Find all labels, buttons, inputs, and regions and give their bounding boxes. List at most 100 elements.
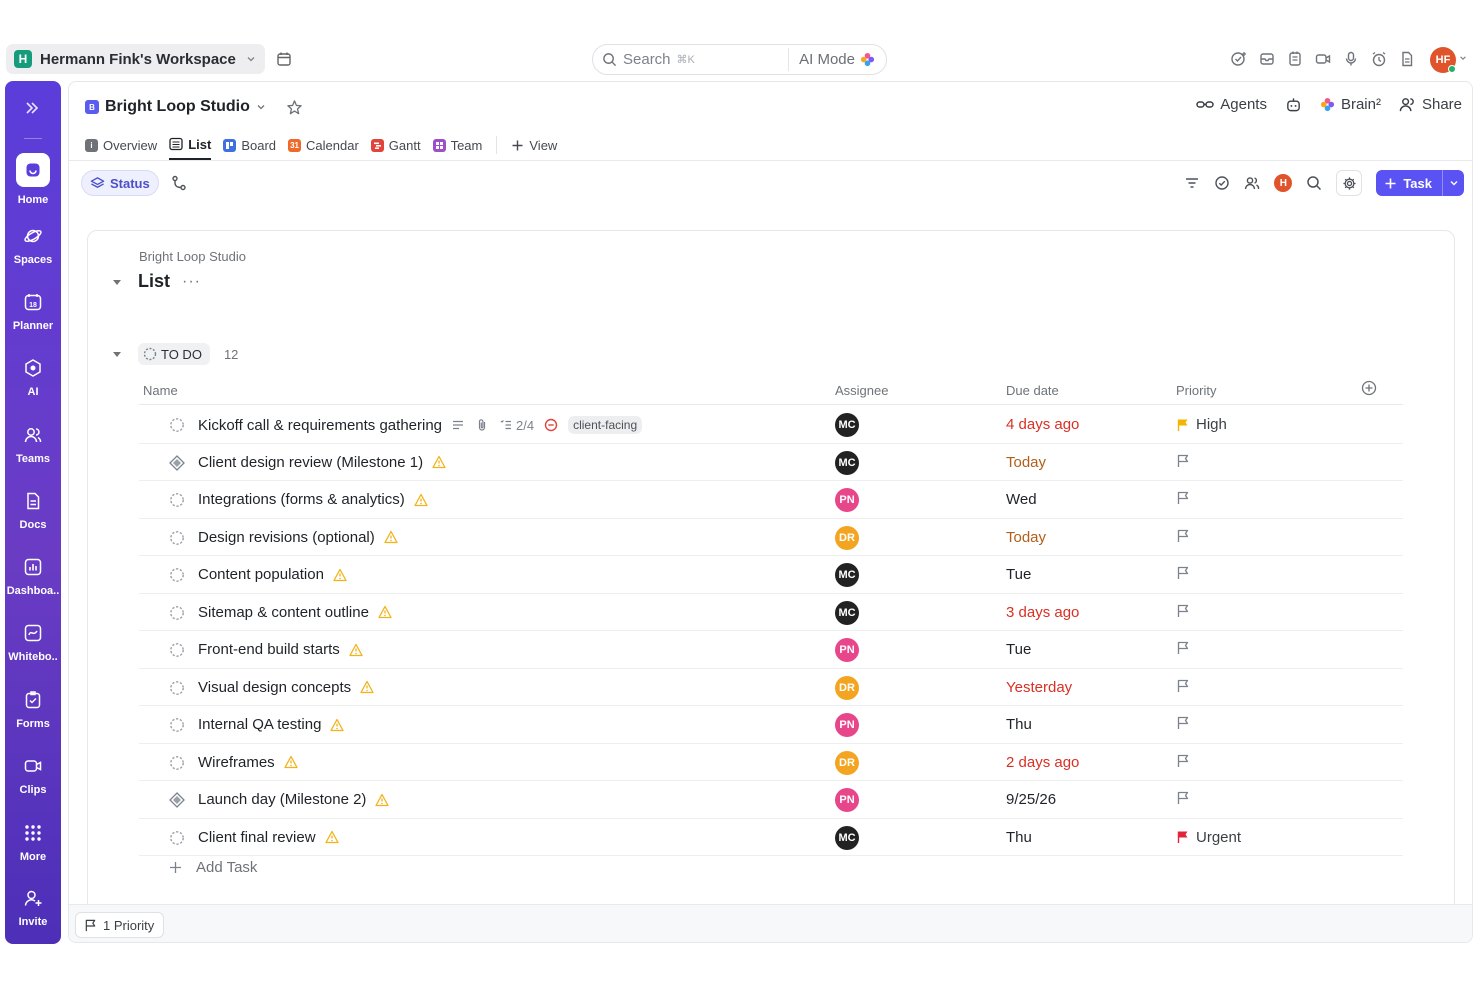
tab-gantt[interactable]: Gantt bbox=[370, 130, 421, 160]
assignee-avatar[interactable]: PN bbox=[835, 488, 859, 512]
settings-button[interactable] bbox=[1336, 170, 1363, 196]
task-name-cell[interactable]: Design revisions (optional) bbox=[198, 529, 398, 546]
tab-team[interactable]: Team bbox=[432, 130, 482, 160]
priority-cell[interactable]: Urgent bbox=[1176, 829, 1241, 846]
alarm-clock-icon[interactable] bbox=[1370, 50, 1388, 68]
tag-chip[interactable]: client-facing bbox=[568, 416, 643, 434]
blocked-icon[interactable] bbox=[544, 418, 558, 432]
priority-cell[interactable] bbox=[1176, 454, 1190, 468]
sidebar-item-spaces[interactable]: Spaces bbox=[5, 225, 61, 266]
task-name[interactable]: Launch day (Milestone 2) bbox=[198, 791, 366, 808]
microphone-icon[interactable] bbox=[1342, 50, 1360, 68]
milestone-status-icon[interactable] bbox=[169, 792, 185, 808]
assignee-avatar[interactable]: MC bbox=[835, 413, 859, 437]
chevron-down-icon[interactable] bbox=[256, 102, 266, 112]
priority-cell[interactable]: High bbox=[1176, 416, 1227, 433]
task-name-cell[interactable]: Launch day (Milestone 2) bbox=[198, 791, 390, 808]
collapse-caret-icon[interactable] bbox=[112, 349, 122, 359]
sidebar-item-clips[interactable]: Clips bbox=[5, 755, 61, 796]
task-name-cell[interactable]: Integrations (forms & analytics) bbox=[198, 491, 428, 508]
add-task-button-main[interactable]: Task bbox=[1376, 170, 1442, 196]
assignee-avatar[interactable]: PN bbox=[835, 788, 859, 812]
table-row[interactable]: Visual design concepts DR Yesterday bbox=[139, 669, 1403, 706]
due-date[interactable]: 3 days ago bbox=[1006, 604, 1079, 621]
sidebar-item-ai[interactable]: AI bbox=[5, 357, 61, 398]
status-group-chip[interactable]: TO DO bbox=[138, 343, 210, 365]
check-circle-icon[interactable] bbox=[1214, 175, 1230, 191]
calendar-icon[interactable] bbox=[276, 51, 292, 67]
assignee-avatar[interactable]: PN bbox=[835, 638, 859, 662]
due-date[interactable]: Thu bbox=[1006, 716, 1032, 733]
table-row[interactable]: Client design review (Milestone 1) MC Toda… bbox=[139, 444, 1403, 481]
due-date[interactable]: Today bbox=[1006, 454, 1046, 471]
due-date[interactable]: 2 days ago bbox=[1006, 754, 1079, 771]
todo-status-icon[interactable] bbox=[169, 642, 185, 658]
share-button[interactable]: Share bbox=[1399, 96, 1462, 113]
sidebar-item-whiteboards[interactable]: Whitebo.. bbox=[5, 622, 61, 663]
table-row[interactable]: Design revisions (optional) DR Today bbox=[139, 519, 1403, 556]
assignees-icon[interactable] bbox=[1244, 175, 1260, 191]
table-row[interactable]: Wireframes DR 2 days ago bbox=[139, 744, 1403, 781]
assignee-avatar[interactable]: MC bbox=[835, 450, 859, 475]
ai-mode-button[interactable]: AI Mode bbox=[788, 48, 882, 71]
chevron-down-icon[interactable] bbox=[1459, 54, 1467, 62]
task-name[interactable]: Visual design concepts bbox=[198, 679, 351, 696]
todo-status-icon[interactable] bbox=[169, 567, 185, 583]
add-task-row[interactable]: Add Task bbox=[139, 859, 257, 876]
sidebar-item-docs[interactable]: Docs bbox=[5, 490, 61, 531]
filter-icon[interactable] bbox=[1184, 175, 1200, 191]
group-by-status-button[interactable]: Status bbox=[81, 170, 159, 196]
task-name-cell[interactable]: Internal QA testing bbox=[198, 716, 345, 733]
due-date[interactable]: Thu bbox=[1006, 829, 1032, 846]
robot-button[interactable] bbox=[1285, 96, 1302, 113]
priority-cell[interactable] bbox=[1176, 716, 1190, 730]
tab-calendar[interactable]: 31 Calendar bbox=[288, 130, 359, 160]
task-name[interactable]: Wireframes bbox=[198, 754, 275, 771]
priority-cell[interactable] bbox=[1176, 791, 1190, 805]
sidebar-item-planner[interactable]: 18 Planner bbox=[5, 291, 61, 332]
column-header-due-date[interactable]: Due date bbox=[1006, 383, 1059, 398]
priority-cell[interactable] bbox=[1176, 491, 1190, 505]
tab-overview[interactable]: i Overview bbox=[85, 130, 157, 160]
assignee-avatar[interactable]: MC bbox=[835, 825, 859, 850]
assignee-avatar[interactable]: DR bbox=[835, 525, 859, 550]
due-date[interactable]: Today bbox=[1006, 529, 1046, 546]
column-header-priority[interactable]: Priority bbox=[1176, 383, 1216, 398]
task-name-cell[interactable]: Kickoff call & requirements gathering 2/4… bbox=[198, 416, 643, 434]
sidebar-item-home[interactable]: Home bbox=[5, 153, 61, 206]
check-circle-add-icon[interactable] bbox=[1230, 50, 1248, 68]
expand-sidebar-icon[interactable] bbox=[23, 99, 41, 117]
due-date[interactable]: Tue bbox=[1006, 566, 1031, 583]
table-row[interactable]: Kickoff call & requirements gathering 2/4… bbox=[139, 406, 1403, 444]
priority-cell[interactable] bbox=[1176, 679, 1190, 693]
table-row[interactable]: Sitemap & content outline MC 3 days ago bbox=[139, 594, 1403, 631]
task-name[interactable]: Kickoff call & requirements gathering bbox=[198, 417, 442, 434]
task-name-cell[interactable]: Content population bbox=[198, 566, 347, 583]
due-date[interactable]: Wed bbox=[1006, 491, 1037, 508]
document-icon[interactable] bbox=[1398, 50, 1416, 68]
milestone-status-icon[interactable] bbox=[169, 454, 185, 471]
star-icon[interactable] bbox=[286, 99, 303, 116]
task-name[interactable]: Sitemap & content outline bbox=[198, 604, 369, 621]
sidebar-item-teams[interactable]: Teams bbox=[5, 424, 61, 465]
task-name-cell[interactable]: Sitemap & content outline bbox=[198, 604, 392, 621]
priority-cell[interactable] bbox=[1176, 754, 1190, 768]
task-name-cell[interactable]: Wireframes bbox=[198, 754, 298, 771]
todo-status-icon[interactable] bbox=[169, 717, 185, 733]
priority-filter-chip[interactable]: 1 Priority bbox=[75, 912, 165, 938]
sidebar-item-forms[interactable]: Forms bbox=[5, 689, 61, 730]
todo-status-icon[interactable] bbox=[169, 530, 185, 546]
add-view-button[interactable]: View bbox=[511, 130, 557, 160]
task-name-cell[interactable]: Visual design concepts bbox=[198, 679, 374, 696]
table-row[interactable]: Front-end build starts PN Tue bbox=[139, 631, 1403, 669]
search-input[interactable]: Search ⌘K AI Mode bbox=[592, 44, 887, 75]
due-date[interactable]: Yesterday bbox=[1006, 679, 1072, 696]
assignee-avatar[interactable]: PN bbox=[835, 713, 859, 737]
table-row[interactable]: Client final review MC Thu Urgent bbox=[139, 819, 1403, 856]
priority-cell[interactable] bbox=[1176, 566, 1190, 580]
assignee-avatar[interactable]: MC bbox=[835, 600, 859, 625]
assignee-avatar[interactable]: DR bbox=[835, 675, 859, 700]
task-name-cell[interactable]: Front-end build starts bbox=[198, 641, 363, 658]
table-row[interactable]: Launch day (Milestone 2) PN 9/25/26 bbox=[139, 781, 1403, 819]
todo-status-icon[interactable] bbox=[169, 755, 185, 771]
